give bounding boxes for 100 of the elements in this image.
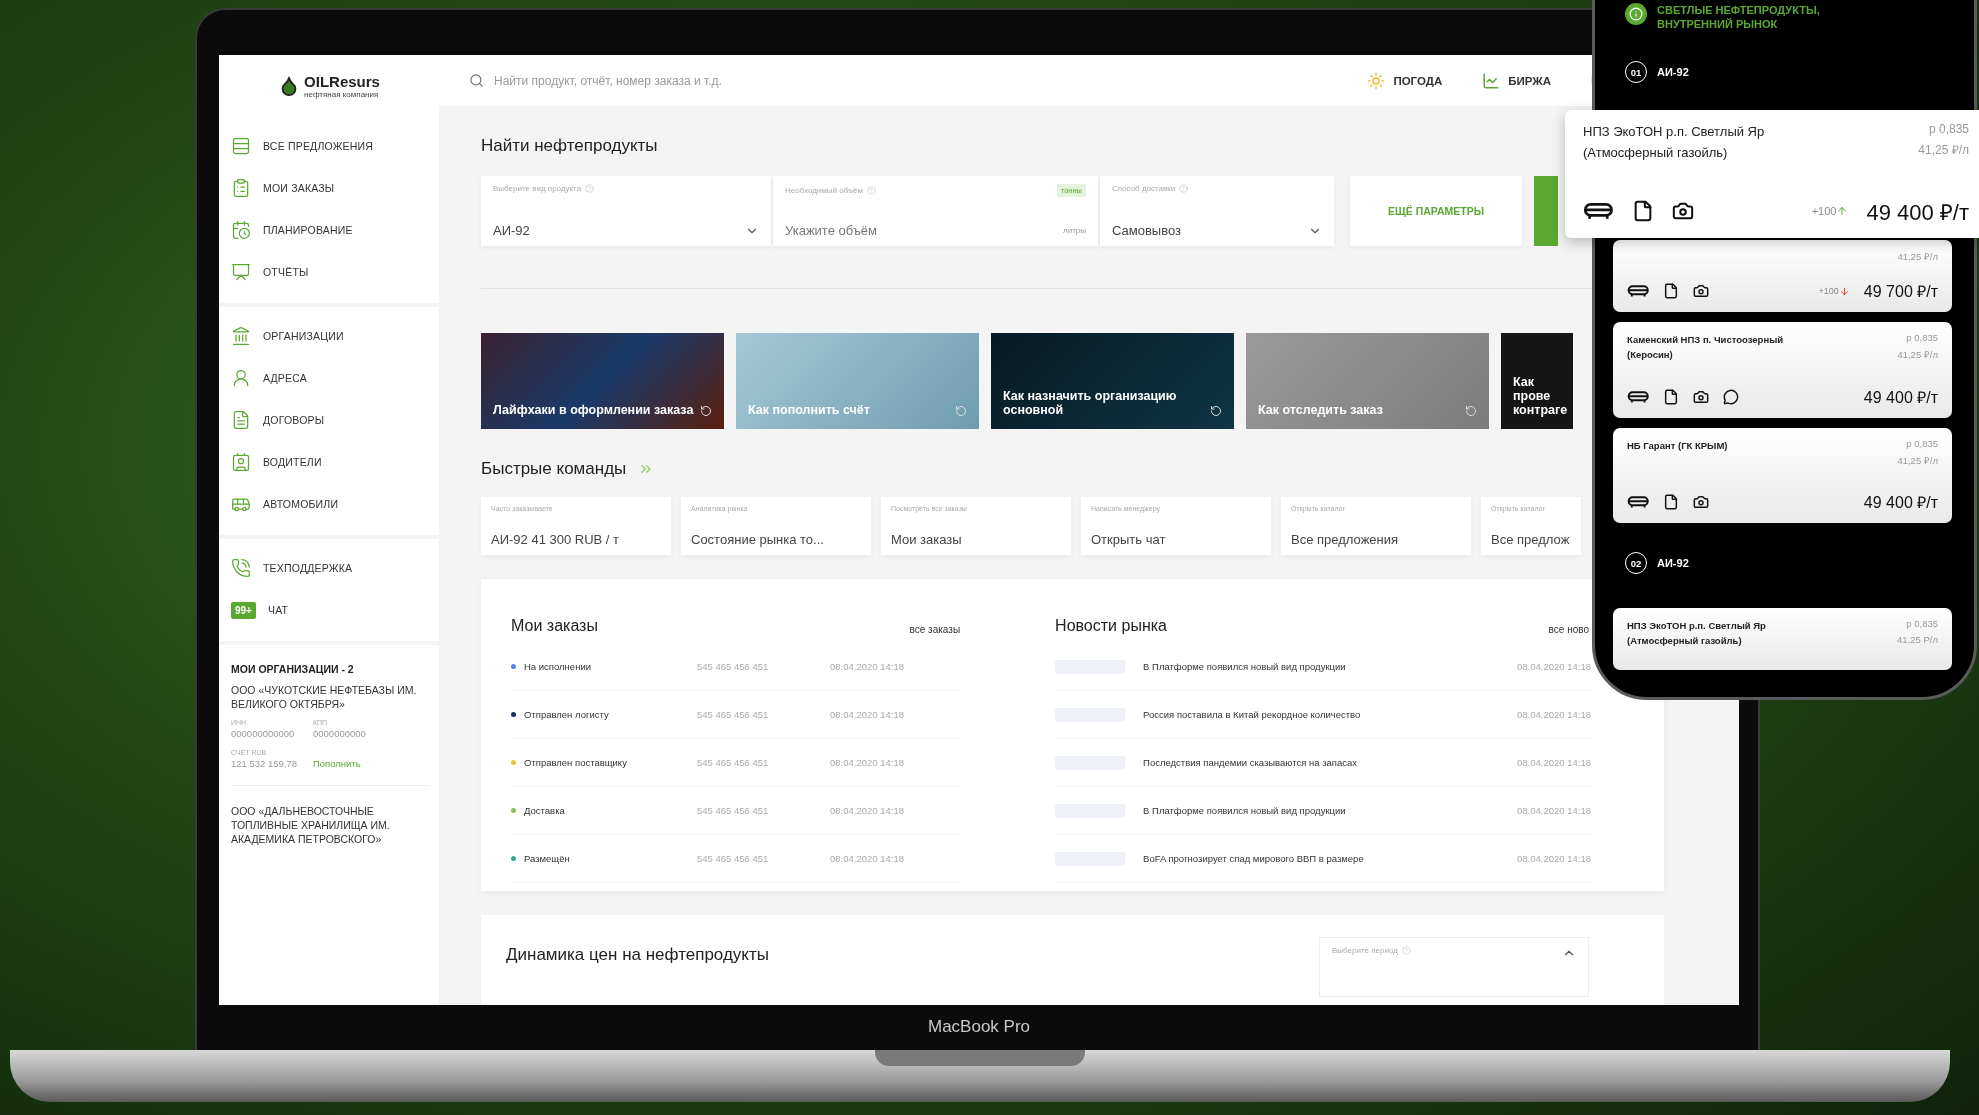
offer-title: Каменский НПЗ п. Чистоозерный (Керосин) [1627, 333, 1785, 363]
news-headline: Последствия пандемии сказываются на запасах [1143, 757, 1359, 768]
nav-item[interactable]: АВТОМОБИЛИ [229, 483, 439, 525]
unit-label: литры [1063, 226, 1086, 235]
nav-label: АДРЕСА [263, 372, 308, 384]
replay-icon [1210, 405, 1222, 417]
price-change-value: +100 [1818, 286, 1839, 296]
inn-value: 000000000000 [231, 728, 296, 739]
order-number: 545 465 456 451 [697, 853, 770, 864]
offer-title: НПЗ ЭкоТОН р.п. Светлый Яр (Атмосферный газойль) [1583, 123, 1766, 162]
news-date: 08.04.2020 14:18 [1517, 757, 1589, 768]
news-headline: В Платформе появился новый вид продукции [1143, 805, 1347, 816]
order-row[interactable]: Отправлен логисту 545 465 456 451 08.04.2020 14:18 [511, 691, 961, 739]
offer-per-litre: 41,25 ₽/л [1897, 348, 1938, 361]
top-link[interactable]: ПОГОДА [1367, 71, 1443, 90]
nav-label: ОТЧЁТЫ [263, 266, 309, 278]
document-icon [1663, 283, 1680, 299]
order-row[interactable]: На исполнении 545 465 456 451 08.04.2020 14:18 [511, 643, 961, 691]
order-row[interactable]: Размещён 545 465 456 451 08.04.2020 14:18 [511, 835, 961, 883]
command-value: Открыть чат [1091, 532, 1167, 547]
nav-item[interactable]: 99+ ЧАТ [229, 589, 439, 631]
document-icon [1663, 389, 1680, 405]
news-date: 08.04.2020 14:18 [1517, 805, 1589, 816]
offer-card[interactable]: Каменский НПЗ п. Чистоозерный (Керосин) р 0,835 41,25 ₽/л 49 400 ₽/т [1613, 322, 1952, 418]
command-value: АИ-92 41 300 RUB / т [491, 532, 621, 547]
field-label: Необходимый объём [785, 186, 863, 195]
news-row[interactable]: BoFA прогнозирует спад мирового ВВП в размере 08.04.2020 14:18 [1055, 835, 1589, 883]
organization-name[interactable]: ООО «ДАЛЬНЕВОСТОЧНЫЕ ТОПЛИВНЫЕ ХРАНИЛИЩА ИМ. АКАДЕМИКА ПЕТРОВСКОГО» [231, 804, 429, 846]
offer-card[interactable]: НПЗ ЭкоТОН р.п. Светлый Яр (Атмосферный газойль) р 0,835 41,25 Р/л [1613, 608, 1952, 670]
order-number: 545 465 456 451 [697, 757, 770, 768]
nav-label: ЧАТ [267, 604, 289, 616]
field-label: Выберите период [1332, 946, 1398, 955]
rows-icon [231, 136, 251, 156]
nav-item[interactable]: ВСЕ ПРЕДЛОЖЕНИЯ [229, 125, 439, 167]
news-row[interactable]: В Платформе появился новый вид продукции 08.04.2020 14:18 [1055, 643, 1589, 691]
organizations-title: МОИ ОРГАНИЗАЦИИ - 2 [231, 663, 355, 675]
guide-caption: Как пополнить счёт [748, 403, 870, 417]
nav-label: МОИ ЗАКАЗЫ [263, 182, 335, 194]
chat-badge: 99+ [231, 601, 256, 619]
news-headline: BoFA прогнозирует спад мирового ВВП в размере [1143, 853, 1365, 864]
field-label: Способ доставки [1112, 184, 1176, 193]
offer-price: 49 400 ₽/т [1863, 493, 1938, 513]
nav-item[interactable]: АДРЕСА [229, 357, 439, 399]
select-field[interactable]: Выберите вид продукта АИ-92 [481, 176, 771, 246]
all-orders-link[interactable]: все заказы [909, 624, 961, 635]
top-link-label: ПОГОДА [1393, 74, 1443, 87]
news-row[interactable]: Россия поставила в Китай рекордное количество 08.04.2020 14:18 [1055, 691, 1589, 739]
guide-card[interactable]: Лайфхаки в оформлении заказа [481, 333, 724, 429]
offer-price: 49 400 ₽/т [1866, 199, 1969, 226]
replay-icon [955, 405, 967, 417]
command-value: Все предложения [1291, 532, 1400, 547]
offer-card[interactable]: НБ Гарант (ГК КРЫМ) р 0,835 41,25 ₽/л 49 400 ₽/т [1613, 428, 1952, 523]
guide-card[interactable]: Как назначить организацию основной [991, 333, 1234, 429]
order-row[interactable]: Отправлен поставщику 545 465 456 451 08.04.2020 14:18 [511, 739, 961, 787]
replay-icon [1465, 405, 1477, 417]
nav-item[interactable]: ТЕХПОДДЕРЖКА [229, 547, 439, 589]
chart-icon [1482, 71, 1501, 90]
all-news-link[interactable]: все ново [1548, 624, 1589, 635]
guide-card[interactable]: Как прове контраге [1501, 333, 1573, 429]
help-icon [1401, 946, 1411, 955]
phone-section-title: СВЕТЛЫЕ НЕФТЕПРОДУКТЫ, ВНУТРЕННИЙ РЫНОК [1657, 3, 1821, 31]
nav-item[interactable]: ОРГАНИЗАЦИИ [229, 315, 439, 357]
search-submit-button[interactable] [1534, 176, 1558, 246]
nav-label: ВСЕ ПРЕДЛОЖЕНИЯ [263, 140, 374, 152]
product-name: АИ-92 [1657, 66, 1689, 78]
camera-icon [1693, 283, 1710, 299]
nav-item[interactable]: ПЛАНИРОВАНИЕ [229, 209, 439, 251]
product-name: АИ-92 [1657, 557, 1689, 569]
news-headline: В Платформе появился новый вид продукции [1143, 661, 1347, 672]
camera-icon [1671, 200, 1694, 222]
logo-tagline: нефтяная компания [304, 90, 380, 99]
order-number: 545 465 456 451 [697, 661, 770, 672]
command-value: Все предлож [1491, 532, 1571, 547]
select-field[interactable]: Способ доставки Самовывоз [1100, 176, 1334, 246]
featured-offer-card[interactable]: НПЗ ЭкоТОН р.п. Светлый Яр (Атмосферный газойль) р 0,835 41,25 ₽/л +100 49 400 ₽/т [1565, 110, 1979, 238]
top-link-label: БИРЖА [1508, 74, 1551, 87]
offer-card[interactable]: 41,25 ₽/л +100 49 700 ₽/т [1613, 240, 1952, 312]
clipboard-icon [231, 178, 251, 198]
order-date: 08.04.2020 14:18 [830, 853, 905, 864]
organization-name[interactable]: ООО «ЧУКОТСКИЕ НЕФТЕБАЗЫ ИМ. ВЕЛИКОГО ОКТЯБРЯ» [231, 683, 429, 711]
offer-price: 49 400 ₽/т [1863, 388, 1938, 408]
nav-item[interactable]: МОИ ЗАКАЗЫ [229, 167, 439, 209]
offer-price: 49 700 ₽/т [1863, 282, 1938, 302]
camera-icon [1693, 389, 1710, 405]
logo-text: OILResurs [304, 73, 380, 90]
top-link[interactable]: БИРЖА [1482, 71, 1551, 90]
order-number: 545 465 456 451 [697, 805, 770, 816]
nav-item[interactable]: ДОГОВОРЫ [229, 399, 439, 441]
news-row[interactable]: Последствия пандемии сказываются на запасах 08.04.2020 14:18 [1055, 739, 1589, 787]
news-date: 08.04.2020 14:18 [1517, 853, 1589, 864]
sun-icon [1367, 71, 1386, 90]
order-row[interactable]: Доставка 545 465 456 451 08.04.2020 14:18 [511, 787, 961, 835]
nav-label: АВТОМОБИЛИ [263, 498, 339, 510]
nav-item[interactable]: ОТЧЁТЫ [229, 251, 439, 293]
guide-caption: Как назначить организацию основной [1003, 389, 1178, 417]
kpp-value: 0000000000 [313, 728, 367, 739]
nav-item[interactable]: ВОДИТЕЛИ [229, 441, 439, 483]
news-row[interactable]: В Платформе появился новый вид продукции 08.04.2020 14:18 [1055, 787, 1589, 835]
help-icon [1179, 184, 1189, 193]
monitor-icon [231, 262, 251, 282]
